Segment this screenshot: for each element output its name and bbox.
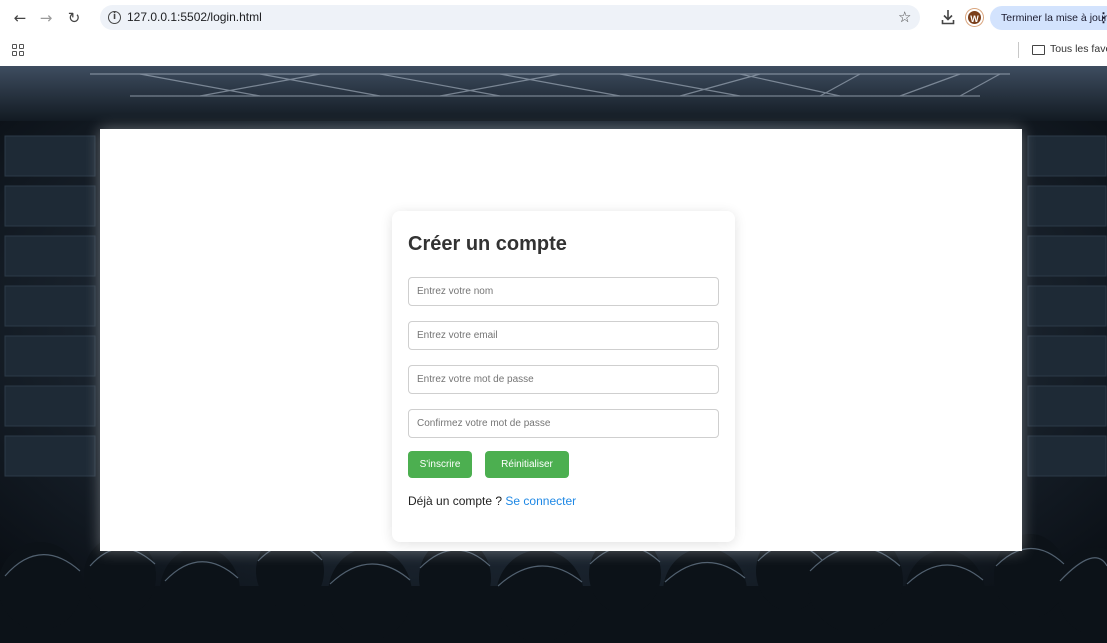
login-prompt: Déjà un compte ? Se connecter: [408, 494, 576, 508]
email-input[interactable]: [408, 321, 719, 350]
signup-button[interactable]: S'inscrire: [408, 451, 472, 478]
back-icon[interactable]: ←: [10, 8, 30, 28]
update-label: Terminer la mise à jour: [1001, 12, 1107, 24]
bookmarks-divider: [1018, 42, 1019, 58]
signup-card: Créer un compte S'inscrire Réinitialiser…: [392, 211, 735, 542]
site-info-icon[interactable]: i: [108, 11, 121, 24]
profile-avatar[interactable]: W: [966, 9, 983, 26]
reload-icon[interactable]: ↻: [64, 8, 84, 28]
folder-icon[interactable]: [1032, 45, 1045, 55]
password-input[interactable]: [408, 365, 719, 394]
more-options-icon[interactable]: ⋮: [1097, 6, 1107, 30]
browser-chrome: ← → ↻ i 127.0.0.1:5502/login.html ☆ W Te…: [0, 0, 1107, 66]
bookmarks-bar: Tous les favoris: [0, 36, 1107, 64]
download-icon[interactable]: [940, 8, 956, 26]
forward-icon[interactable]: →: [36, 8, 56, 28]
all-bookmarks-link[interactable]: Tous les favoris: [1050, 43, 1107, 55]
browser-toolbar: ← → ↻ i 127.0.0.1:5502/login.html ☆ W Te…: [0, 0, 1107, 36]
confirm-password-input[interactable]: [408, 409, 719, 438]
reset-button[interactable]: Réinitialiser: [485, 451, 569, 478]
update-button[interactable]: Terminer la mise à jour ⋮: [990, 6, 1107, 30]
apps-grid-icon[interactable]: [12, 44, 24, 56]
url-text[interactable]: 127.0.0.1:5502/login.html: [127, 10, 262, 24]
page-viewport: Créer un compte S'inscrire Réinitialiser…: [0, 66, 1107, 643]
login-prompt-text: Déjà un compte ?: [408, 494, 503, 508]
name-input[interactable]: [408, 277, 719, 306]
page-title: Créer un compte: [408, 233, 567, 255]
address-bar[interactable]: i 127.0.0.1:5502/login.html ☆: [100, 5, 920, 30]
bookmark-star-icon[interactable]: ☆: [898, 8, 911, 26]
login-link[interactable]: Se connecter: [505, 494, 576, 508]
